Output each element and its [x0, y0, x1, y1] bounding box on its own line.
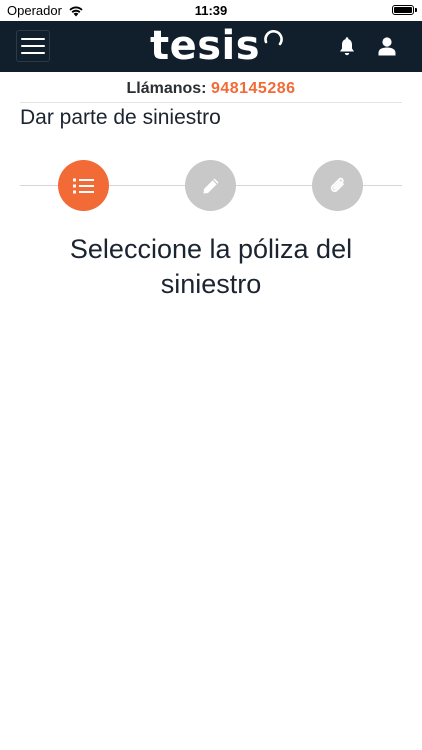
logo-text: tesis: [150, 23, 261, 69]
list-icon: [72, 178, 94, 193]
stepper-connector: [20, 185, 58, 186]
pencil-icon: [203, 178, 218, 193]
status-time: 11:39: [194, 3, 228, 18]
bell-icon[interactable]: [338, 37, 356, 57]
menu-bar: [21, 38, 45, 40]
top-navbar: tesis: [0, 21, 422, 72]
call-us-bar: Llámanos: 948145286: [20, 80, 402, 103]
hamburger-menu-button[interactable]: [16, 30, 50, 62]
call-us-label: Llámanos:: [126, 80, 207, 97]
select-policy-heading: Seleccione la póliza del siniestro: [69, 234, 353, 299]
phone-number-link[interactable]: 948145286: [211, 80, 296, 97]
status-bar: Operador 11:39: [0, 0, 422, 21]
battery-icon: [392, 5, 417, 15]
step-select-policy[interactable]: [58, 160, 109, 211]
step-attach-files[interactable]: [312, 160, 363, 211]
stepper-connector: [363, 185, 402, 186]
menu-bar: [21, 52, 45, 54]
stepper-connector: [109, 185, 185, 186]
step-describe-claim[interactable]: [185, 160, 236, 211]
logo-swoosh-icon: [264, 30, 283, 46]
menu-bar: [21, 45, 45, 47]
user-icon[interactable]: [378, 37, 396, 56]
paperclip-icon: [330, 177, 344, 192]
stepper-connector: [236, 185, 312, 186]
page-title: Dar parte de siniestro: [20, 106, 221, 129]
tesis-logo[interactable]: tesis: [150, 24, 284, 68]
wizard-stepper: [20, 160, 402, 212]
